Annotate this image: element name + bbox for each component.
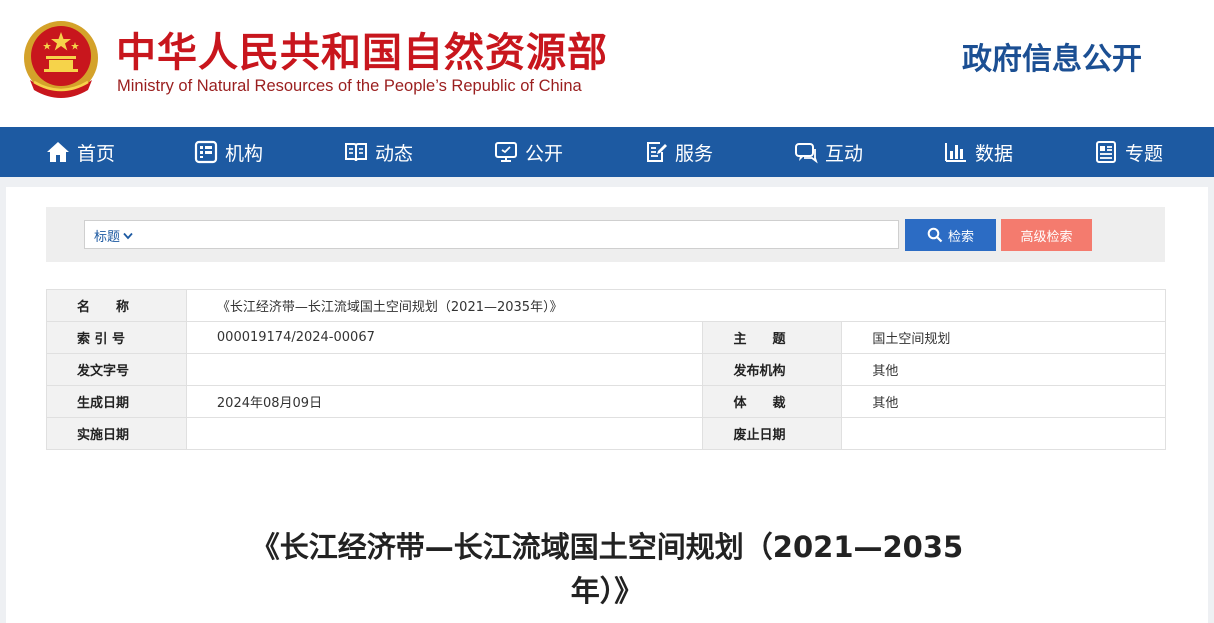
search-button-label: 检索 [947, 229, 974, 245]
bar-chart-icon [945, 143, 966, 162]
meta-key: 实施日期 [46, 417, 187, 450]
nav-item-label: 机构 [225, 142, 264, 165]
document-title: 《长江经济带—长江流域国土空间规划（2021—2035 年）》 [200, 525, 1014, 613]
national-emblem-icon [24, 21, 98, 98]
org-icon [194, 140, 218, 164]
meta-key: 名 称 [46, 289, 187, 322]
chevron-down-icon [123, 232, 133, 239]
meta-value-docno [185, 353, 704, 386]
table-row: 实施日期 废止日期 [46, 417, 1166, 450]
nav-item-label: 动态 [375, 142, 414, 165]
nav-item-label: 专题 [1125, 142, 1164, 165]
table-row: 生成日期 2024年08月09日 体 裁 其他 [46, 385, 1166, 418]
nav-item-label: 互动 [825, 142, 864, 165]
table-row: 名 称 《长江经济带—长江流域国土空间规划（2021—2035年）》 [46, 289, 1167, 322]
ministry-name-cn: 中华人民共和国自然资源部 [116, 30, 608, 76]
search-icon [927, 227, 943, 243]
meta-value-effective [185, 417, 704, 450]
edit-doc-icon [647, 142, 667, 162]
nav-item-label: 数据 [975, 142, 1014, 165]
table-row: 索 引 号 000019174/2024-00067 主 题 国土空间规划 [46, 321, 1166, 354]
nav-item-news[interactable]: 动态 [344, 127, 413, 177]
meta-value-created: 2024年08月09日 [185, 385, 704, 418]
document-metadata-table: 名 称 《长江经济带—长江流域国土空间规划（2021—2035年）》 索 引 号… [46, 289, 1167, 450]
advanced-search-button[interactable]: 高级检索 [1001, 219, 1092, 251]
meta-key: 发文字号 [46, 353, 187, 386]
search-type-dropdown[interactable]: 标题 [94, 226, 133, 245]
meta-key: 体 裁 [702, 385, 843, 418]
search-input[interactable] [84, 220, 899, 249]
meta-key: 生成日期 [46, 385, 187, 418]
meta-value-name: 《长江经济带—长江流域国土空间规划（2021—2035年）》 [185, 289, 1167, 322]
table-row: 发文字号 发布机构 其他 [46, 353, 1166, 386]
search-type-label: 标题 [94, 230, 121, 245]
nav-item-service[interactable]: 服务 [644, 127, 713, 177]
nav-item-label: 首页 [77, 142, 116, 165]
main-nav: 首页 机构 动态 公开 服务 互动 数据 专题 [0, 127, 1214, 177]
nav-item-home[interactable]: 首页 [46, 127, 115, 177]
nav-item-interact[interactable]: 互动 [794, 127, 863, 177]
nav-item-org[interactable]: 机构 [194, 127, 263, 177]
ministry-name-en: Ministry of Natural Resources of the Peo… [117, 77, 582, 95]
nav-item-label: 公开 [525, 142, 564, 165]
meta-key: 索 引 号 [46, 321, 187, 354]
advanced-search-label: 高级检索 [1020, 229, 1073, 245]
meta-value-topic: 国土空间规划 [841, 321, 1166, 354]
nav-item-label: 服务 [675, 142, 714, 165]
meta-value-publisher: 其他 [841, 353, 1166, 386]
meta-key: 发布机构 [702, 353, 843, 386]
nav-item-topics[interactable]: 专题 [1094, 127, 1163, 177]
search-button[interactable]: 检索 [905, 219, 996, 251]
meta-value-genre: 其他 [841, 385, 1166, 418]
document-title-line: 年）》 [570, 574, 644, 608]
meta-value-expire [841, 417, 1166, 450]
site-header: 中华人民共和国自然资源部 Ministry of Natural Resourc… [0, 0, 1214, 127]
nav-item-open[interactable]: 公开 [494, 127, 563, 177]
meta-key: 废止日期 [702, 417, 843, 450]
document-title-line: 《长江经济带—长江流域国土空间规划（2021—2035 [250, 530, 964, 564]
chat-icon [795, 143, 818, 164]
meta-value-index: 000019174/2024-00067 [185, 321, 704, 354]
meta-key: 主 题 [702, 321, 843, 354]
document-icon [1096, 141, 1116, 163]
nav-item-data[interactable]: 数据 [944, 127, 1013, 177]
monitor-icon [495, 142, 517, 162]
section-title[interactable]: 政府信息公开 [962, 34, 1142, 78]
book-icon [345, 143, 367, 162]
home-icon [47, 142, 69, 162]
